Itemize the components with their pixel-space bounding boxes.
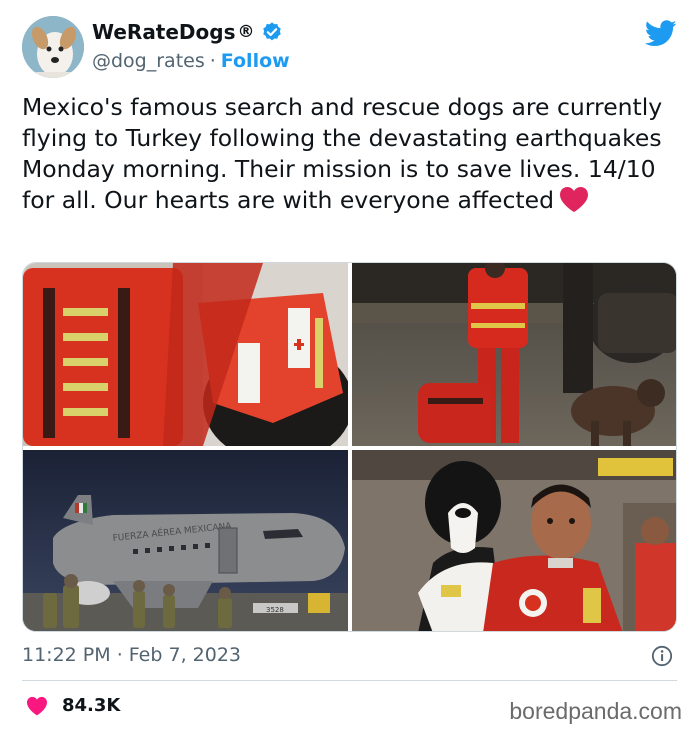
- separator-dot: ·: [209, 50, 216, 72]
- photo-rescue-vests[interactable]: [23, 263, 353, 463]
- author-handle[interactable]: @dog_rates: [92, 50, 205, 72]
- twitter-bird-icon[interactable]: [645, 20, 677, 47]
- heart-icon[interactable]: [26, 696, 48, 716]
- tweet-text-block: Mexico's famous search and rescue dogs a…: [22, 92, 682, 216]
- author-display-name[interactable]: WeRateDogs: [92, 20, 236, 44]
- like-action[interactable]: 84.3K: [26, 695, 120, 716]
- dog-avatar-icon: [22, 16, 84, 78]
- tweet-time[interactable]: 11:22 PM: [22, 644, 111, 666]
- info-icon[interactable]: [651, 645, 673, 667]
- avatar[interactable]: [22, 16, 84, 78]
- tweet-timestamp[interactable]: 11:22 PM · Feb 7, 2023: [22, 644, 241, 666]
- author-name-row[interactable]: WeRateDogs ®: [92, 20, 283, 44]
- photo-collage: FUERZA AÉREA MEXICANA 3528: [23, 263, 677, 632]
- verified-badge-icon: [262, 22, 281, 41]
- like-count: 84.3K: [62, 695, 121, 716]
- registered-mark: ®: [237, 22, 255, 42]
- boredpanda-watermark: boredpanda.com: [509, 698, 682, 724]
- plane-tail-number: 3528: [266, 606, 284, 614]
- follow-button[interactable]: Follow: [221, 50, 290, 72]
- media-grid[interactable]: FUERZA AÉREA MEXICANA 3528: [22, 262, 677, 632]
- divider: [22, 680, 677, 681]
- timestamp-separator: ·: [116, 644, 123, 666]
- photo-rescuer-walking-dog[interactable]: [352, 263, 677, 446]
- author-handle-row: @dog_rates · Follow: [92, 50, 290, 72]
- photo-rescuer-with-dog[interactable]: [352, 450, 677, 632]
- photo-airplane[interactable]: FUERZA AÉREA MEXICANA 3528: [23, 450, 348, 632]
- red-heart-emoji-icon: [560, 187, 588, 212]
- tweet-date[interactable]: Feb 7, 2023: [129, 644, 241, 666]
